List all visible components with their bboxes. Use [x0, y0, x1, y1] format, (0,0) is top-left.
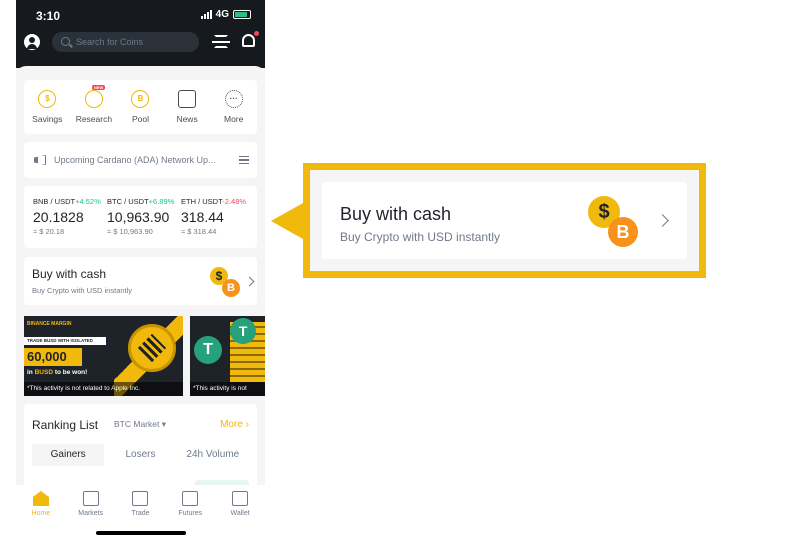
wallet-icon: [232, 491, 249, 506]
more-icon: ···: [224, 90, 243, 108]
home-icon: [32, 491, 49, 506]
signal-icon: [200, 10, 212, 19]
margin-promo-banner[interactable]: BINANCE MARGIN TRADE BUSD WITH ISOLATED …: [24, 316, 183, 396]
status-bar: 3:10 4G: [16, 0, 265, 28]
tether-coin-icon: T: [194, 336, 222, 364]
callout-buy-with-cash-card[interactable]: Buy with cash Buy Crypto with USD instan…: [322, 182, 687, 259]
markets-icon: [82, 491, 99, 506]
tab-wallet[interactable]: Wallet: [218, 485, 262, 541]
quick-action-label: Savings: [32, 114, 63, 124]
megaphone-icon: [34, 155, 46, 165]
pool-icon: B: [131, 90, 150, 108]
profile-icon[interactable]: [24, 34, 40, 50]
market-selector[interactable]: BTC Market ▾: [114, 419, 166, 430]
new-badge: NEW: [91, 85, 106, 90]
usdt-promo-banner[interactable]: T T *This activity is not: [190, 316, 265, 396]
ticker-change: +4.52%: [75, 197, 101, 206]
callout-highlight: Buy with cash Buy Crypto with USD instan…: [303, 163, 706, 278]
ticker-usd: ≈ $ 318.44: [181, 227, 217, 236]
buy-with-cash-title: Buy with cash: [32, 267, 107, 281]
notification-bell-icon[interactable]: [242, 31, 259, 47]
network-label: 4G: [215, 9, 229, 20]
chevron-right-icon: [244, 276, 255, 287]
ticker-usd: ≈ $ 20.18: [33, 227, 65, 236]
ticker-pair: ETH / USDT: [181, 197, 223, 206]
ticker-pair: BTC / USDT: [107, 197, 149, 206]
announcement-text: Upcoming Cardano (ADA) Network Up...: [54, 155, 216, 165]
scan-icon[interactable]: [212, 35, 230, 48]
ticker-panel: BNB / USDT+4.52% 20.1828 ≈ $ 20.18 BTC /…: [24, 186, 257, 248]
trade-icon: [132, 491, 149, 506]
tab-label: Wallet: [230, 510, 250, 517]
quick-action-label: News: [176, 114, 198, 124]
banner-disclaimer: *This activity is not: [190, 382, 265, 396]
savings-icon: $: [38, 90, 57, 108]
ticker-usd: ≈ $ 10,963.90: [107, 227, 153, 236]
chevron-right-icon: [656, 214, 669, 227]
ticker-btc[interactable]: BTC / USDT+6.89% 10,963.90 ≈ $ 10,963.90: [107, 197, 181, 248]
ticker-price: 20.1828: [33, 209, 84, 225]
ticker-pair: BNB / USDT: [33, 197, 76, 206]
quick-action-label: More: [223, 114, 244, 124]
home-content: $ Savings NEW Research B Pool News ··· M…: [16, 66, 265, 494]
ticker-price: 318.44: [181, 209, 224, 225]
quick-action-label: Research: [75, 114, 113, 124]
buy-with-cash-card[interactable]: Buy with cash Buy Crypto with USD instan…: [24, 257, 257, 305]
quick-action-research[interactable]: NEW Research: [71, 80, 117, 134]
callout-pointer: [271, 203, 303, 239]
promo-banners: BINANCE MARGIN TRADE BUSD WITH ISOLATED …: [24, 316, 265, 396]
banner-amount: 60,000: [24, 348, 82, 366]
tab-label: Markets: [78, 510, 104, 517]
ranking-more-link[interactable]: More ›: [220, 419, 249, 430]
quick-action-news[interactable]: News: [164, 80, 210, 134]
ticker-change: -2.48%: [222, 197, 247, 206]
banner-strip-text: TRADE BUSD WITH ISOLATED MARGIN: [24, 337, 106, 351]
battery-icon: [233, 10, 251, 19]
search-icon: [61, 37, 70, 46]
search-input[interactable]: Search for Coins: [52, 32, 199, 52]
quick-action-more[interactable]: ··· More: [211, 80, 257, 134]
bitcoin-coin-icon: B: [608, 217, 638, 247]
banner-disclaimer: *This activity is not related to Apple I…: [24, 382, 183, 396]
banner-brand: BINANCE MARGIN: [27, 321, 72, 327]
tab-home[interactable]: Home: [19, 485, 63, 541]
search-placeholder: Search for Coins: [76, 37, 144, 47]
notification-dot: [254, 31, 259, 36]
top-bar: Search for Coins: [16, 28, 265, 68]
research-icon: NEW: [84, 85, 106, 108]
tab-losers[interactable]: Losers: [104, 444, 176, 466]
bitcoin-coin-icon: B: [222, 279, 240, 297]
list-icon[interactable]: [239, 156, 249, 164]
banner-won-text: in BUSD to be won!: [27, 369, 88, 376]
news-icon: [178, 90, 197, 108]
buy-with-cash-subtitle: Buy Crypto with USD instantly: [32, 286, 133, 295]
ticker-change: +6.89%: [148, 197, 175, 206]
callout-title: Buy with cash: [340, 204, 452, 224]
ranking-tabs: Gainers Losers 24h Volume: [32, 444, 249, 466]
quick-action-label: Pool: [131, 114, 149, 124]
ticker-price: 10,963.90: [107, 209, 170, 225]
busd-coin-icon: [128, 324, 176, 372]
tab-24h-volume[interactable]: 24h Volume: [177, 444, 249, 466]
quick-action-pool[interactable]: B Pool: [117, 80, 163, 134]
futures-icon: [182, 491, 199, 506]
ranking-title: Ranking List: [32, 418, 99, 432]
phone-screen: 3:10 4G Search for Coins $ Savings NEW R…: [16, 0, 265, 541]
tab-label: Home: [31, 510, 51, 517]
ranking-list: Ranking List BTC Market ▾ More › Gainers…: [24, 404, 257, 494]
home-indicator: [96, 531, 186, 535]
status-indicators: 4G: [200, 9, 251, 20]
callout-subtitle: Buy Crypto with USD instantly: [340, 230, 501, 244]
announcement-bar[interactable]: Upcoming Cardano (ADA) Network Up...: [24, 142, 257, 178]
ticker-bnb[interactable]: BNB / USDT+4.52% 20.1828 ≈ $ 20.18: [33, 197, 107, 248]
quick-action-savings[interactable]: $ Savings: [24, 80, 70, 134]
tether-coin-icon: T: [230, 318, 256, 344]
quick-actions: $ Savings NEW Research B Pool News ··· M…: [24, 80, 257, 134]
ticker-eth[interactable]: ETH / USDT-2.48% 318.44 ≈ $ 318.44: [181, 197, 255, 248]
status-time: 3:10: [36, 9, 61, 23]
tab-gainers[interactable]: Gainers: [32, 444, 105, 466]
tab-label: Trade: [131, 510, 150, 517]
tab-label: Futures: [178, 510, 203, 517]
